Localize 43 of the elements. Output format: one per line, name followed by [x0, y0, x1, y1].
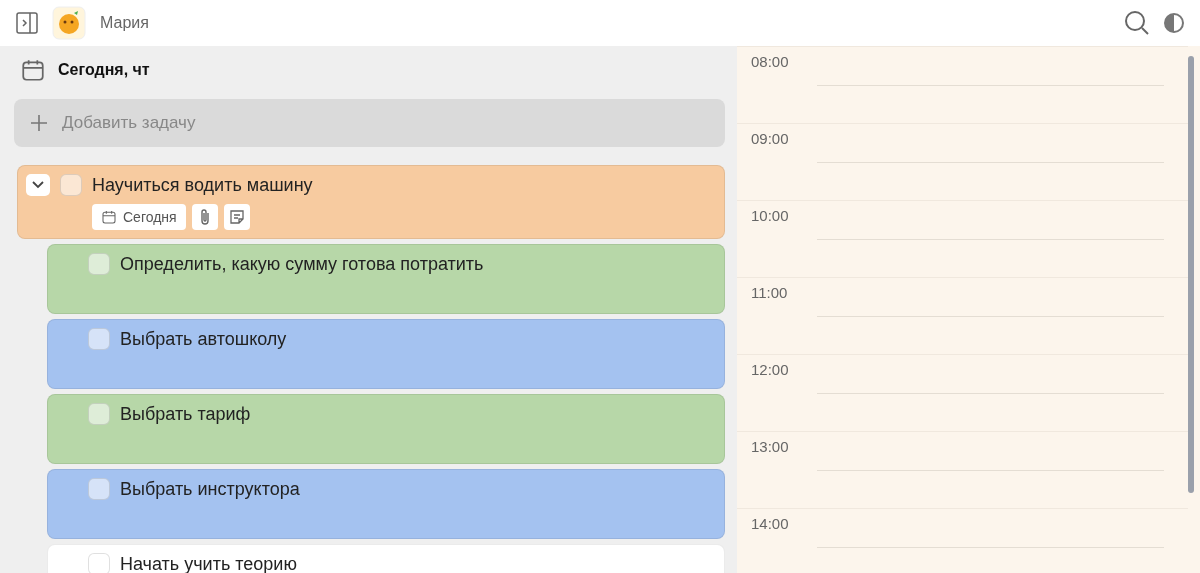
- task-title: Выбрать инструктора: [120, 478, 300, 500]
- task-title: Определить, какую сумму готова потратить: [120, 253, 484, 275]
- attachment-button[interactable]: [191, 204, 218, 230]
- task-checkbox[interactable]: [60, 174, 82, 196]
- hour-label: 08:00: [751, 52, 790, 72]
- scrollbar[interactable]: [1188, 56, 1194, 493]
- hour-label: 11:00: [751, 283, 789, 303]
- task-title: Выбрать автошколу: [120, 328, 287, 350]
- hour-label: 12:00: [751, 360, 790, 380]
- paperclip-icon: [198, 208, 211, 226]
- note-button[interactable]: [223, 204, 250, 230]
- note-icon: [228, 209, 245, 225]
- add-task-field[interactable]: Добавить задачу: [14, 99, 725, 147]
- search-icon[interactable]: [1124, 10, 1150, 36]
- hour-label: 14:00: [751, 514, 790, 534]
- chevron-icon: [32, 181, 44, 189]
- collapse-button[interactable]: [26, 174, 50, 196]
- avatar-icon[interactable]: [52, 6, 86, 40]
- hour-label: 10:00: [751, 206, 790, 226]
- user-name: Мария: [100, 14, 149, 32]
- task-card[interactable]: Определить, какую сумму готова потратить: [47, 244, 725, 314]
- task-card[interactable]: Выбрать инструктора: [47, 469, 725, 539]
- task-checkbox[interactable]: [88, 328, 110, 350]
- calendar-icon: [20, 57, 46, 83]
- task-checkbox[interactable]: [88, 403, 110, 425]
- task-card[interactable]: Научиться водить машину Сегодня: [17, 165, 725, 239]
- hour-label: 09:00: [751, 129, 790, 149]
- task-card[interactable]: Выбрать тариф: [47, 394, 725, 464]
- task-checkbox[interactable]: [88, 478, 110, 500]
- task-checkbox[interactable]: [88, 553, 110, 573]
- calendar-icon: [101, 209, 117, 225]
- day-title: Сегодня, чт: [58, 61, 150, 79]
- date-chip[interactable]: Сегодня: [92, 204, 186, 230]
- task-title: Научиться водить машину: [92, 174, 313, 196]
- task-card[interactable]: Выбрать автошколу: [47, 319, 725, 389]
- task-title: Выбрать тариф: [120, 403, 251, 425]
- task-title: Начать учить теорию: [120, 553, 297, 573]
- sidebar-toggle-icon[interactable]: [16, 12, 38, 34]
- theme-toggle-icon[interactable]: [1164, 13, 1184, 33]
- plus-icon: [30, 114, 48, 132]
- hour-label: 13:00: [751, 437, 790, 457]
- task-card[interactable]: Начать учить теорию: [47, 544, 725, 573]
- task-checkbox[interactable]: [88, 253, 110, 275]
